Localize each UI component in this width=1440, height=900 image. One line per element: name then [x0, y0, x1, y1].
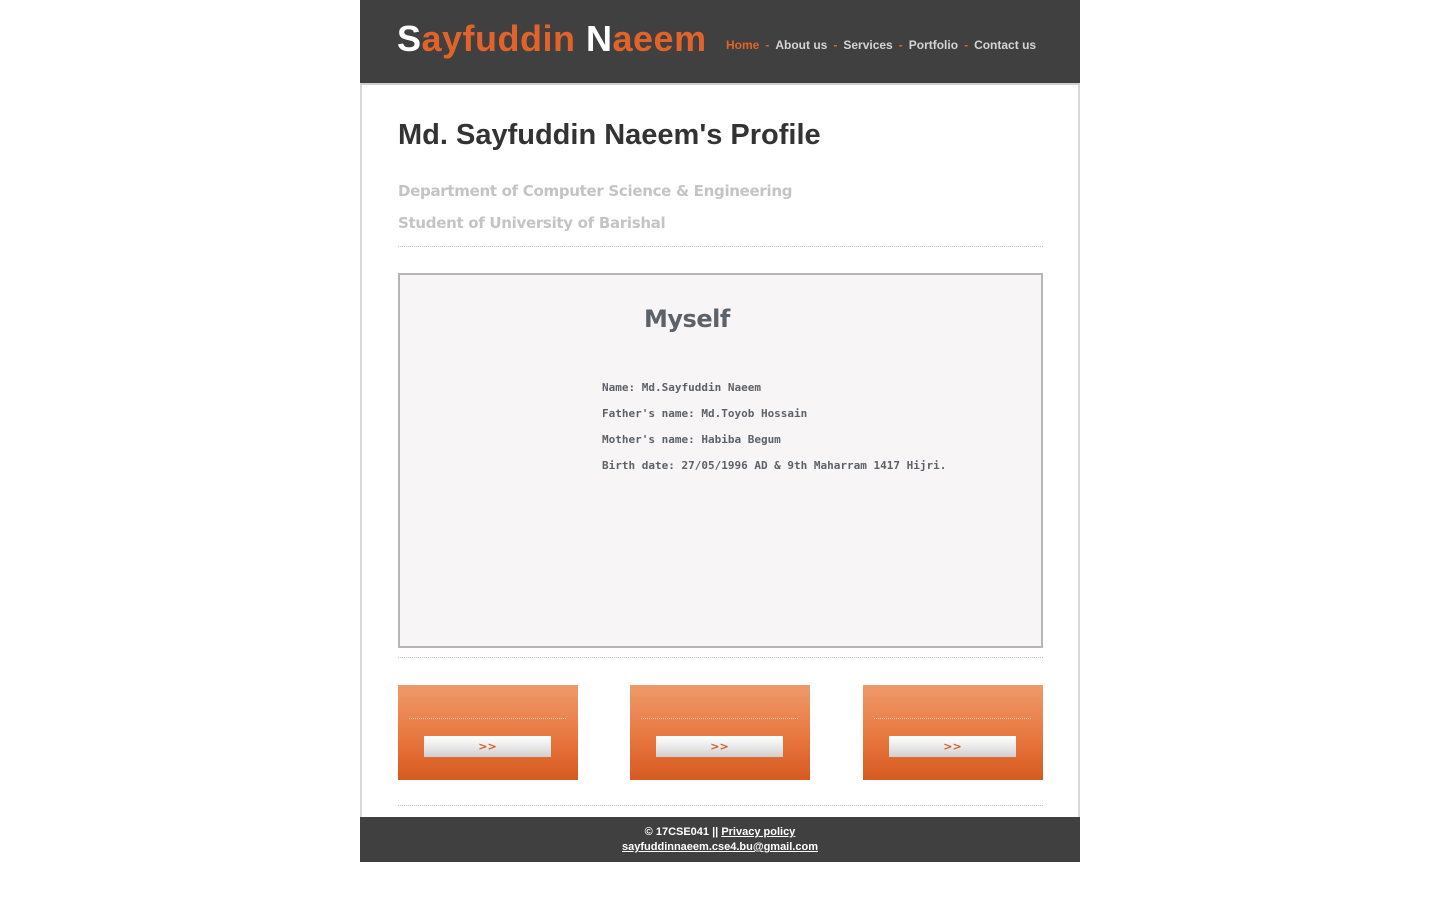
detail-birth-date: Birth date: 27/05/1996 AD & 9th Maharram…: [602, 459, 947, 472]
detail-name: Name: Md.Sayfuddin Naeem: [602, 381, 761, 394]
profile-box: Myself Name: Md.Sayfuddin Naeem Father's…: [398, 273, 1043, 648]
divider: [398, 246, 1043, 247]
nav-separator: -: [964, 38, 969, 52]
card-more-button[interactable]: >>: [424, 736, 551, 757]
main-nav: Home - About us - Services - Portfolio - Contact…: [726, 38, 1036, 52]
profile-heading: Myself: [644, 305, 730, 333]
nav-item-contact-us[interactable]: Contact us: [974, 38, 1036, 52]
nav-item-about-us[interactable]: About us: [775, 38, 827, 52]
feature-card-2: >>: [630, 685, 810, 780]
logo-initial-last: N: [586, 18, 613, 59]
logo-first-name: ayfuddin: [421, 18, 587, 59]
site-header: Sayfuddin Naeem Home - About us - Services - P…: [360, 0, 1080, 83]
main-content: Md. Sayfuddin Naeem's Profile Department…: [360, 83, 1080, 819]
subtitle-department: Department of Computer Science & Enginee…: [398, 182, 793, 200]
page-wrapper: Sayfuddin Naeem Home - About us - Services - P…: [360, 0, 1080, 862]
footer-copyright: © 17CSE041 ||: [644, 826, 722, 838]
feature-card-1: >>: [398, 685, 578, 780]
feature-card-3: >>: [863, 685, 1043, 780]
nav-item-services[interactable]: Services: [843, 38, 892, 52]
nav-separator: -: [898, 38, 903, 52]
footer-email-link[interactable]: sayfuddinnaeem.cse4.bu@gmail.com: [622, 841, 818, 853]
card-divider: [409, 718, 566, 719]
nav-separator: -: [765, 38, 770, 52]
card-divider: [874, 718, 1031, 719]
divider: [398, 805, 1043, 806]
divider: [398, 657, 1043, 658]
logo-last-name: aeem: [612, 18, 707, 59]
card-more-button[interactable]: >>: [889, 736, 1016, 757]
nav-separator: -: [833, 38, 838, 52]
footer-copyright-row: © 17CSE041 || Privacy policy: [360, 826, 1080, 838]
logo-initial-first: S: [397, 18, 422, 59]
card-more-button[interactable]: >>: [656, 736, 783, 757]
nav-item-portfolio[interactable]: Portfolio: [909, 38, 958, 52]
site-logo[interactable]: Sayfuddin Naeem: [397, 18, 707, 60]
site-footer: © 17CSE041 || Privacy policy sayfuddinna…: [360, 817, 1080, 862]
privacy-policy-link[interactable]: Privacy policy: [721, 826, 795, 838]
subtitle-university: Student of University of Barishal: [398, 214, 666, 232]
page-title: Md. Sayfuddin Naeem's Profile: [398, 119, 821, 151]
nav-item-home[interactable]: Home: [726, 38, 759, 52]
footer-email-row: sayfuddinnaeem.cse4.bu@gmail.com: [360, 841, 1080, 853]
card-divider: [641, 718, 798, 719]
detail-mother-name: Mother's name: Habiba Begum: [602, 433, 781, 446]
detail-father-name: Father's name: Md.Toyob Hossain: [602, 407, 808, 420]
